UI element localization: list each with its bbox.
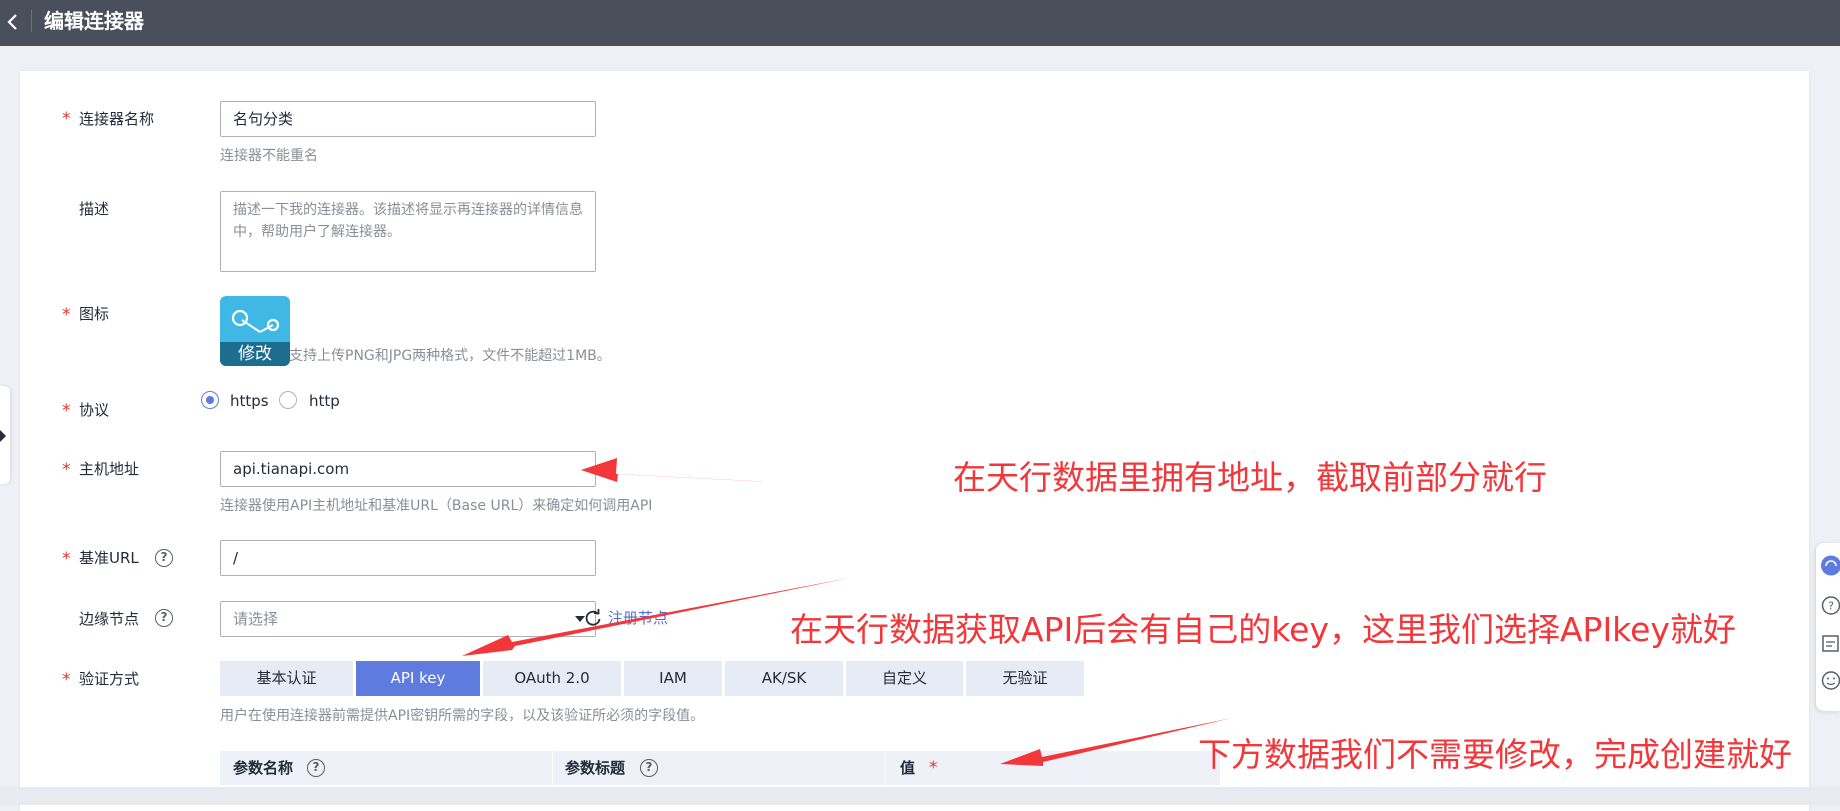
auth-hint: 用户在使用连接器前需提供API密钥所需的字段，以及该验证所必须的字段值。 [220, 708, 705, 724]
col-param-title: 参数标题 [565, 759, 626, 777]
tab-custom[interactable]: 自定义 [846, 661, 963, 696]
tab-basic-auth[interactable]: 基本认证 [220, 661, 353, 696]
customer-service-icon[interactable] [1819, 555, 1840, 576]
required-mark: * [62, 670, 71, 690]
annotation-table: 下方数据我们不需要修改，完成创建就好 [1198, 735, 1792, 774]
required-mark: * [62, 549, 71, 569]
tab-ak-sk[interactable]: AK/SK [725, 661, 843, 696]
radio-http-label[interactable]: http [309, 391, 340, 411]
connector-icon-upload[interactable]: 修改 [220, 296, 290, 366]
protocol-label: 协议 [79, 401, 110, 419]
tab-oauth2[interactable]: OAuth 2.0 [483, 661, 621, 696]
annotation-api-key: 在天行数据获取API后会有自己的key，这里我们选择APIkey就好 [790, 610, 1736, 649]
param-name-help-icon[interactable]: ? [307, 759, 325, 777]
col-param-name: 参数名称 [233, 759, 294, 777]
base-url-label: 基准URL [79, 549, 139, 567]
refresh-icon[interactable] [584, 609, 602, 627]
host-hint: 连接器使用API主机地址和基准URL（Base URL）来确定如何调用API [220, 498, 653, 514]
back-arrow-icon[interactable] [2, 9, 24, 35]
tab-api-key[interactable]: API key [356, 661, 480, 696]
feedback-icon[interactable] [1819, 633, 1840, 654]
name-label: 连接器名称 [79, 110, 155, 128]
description-textarea[interactable]: 描述一下我的连接器。该描述将显示再连接器的详情信息中，帮助用户了解连接器。 [220, 191, 596, 272]
form-card: * 连接器名称 名句分类 连接器不能重名 描述 描述一下我的连接器。该描述将显示… [20, 71, 1809, 811]
svg-text:?: ? [1828, 600, 1834, 613]
radio-https-label[interactable]: https [230, 391, 269, 411]
edge-node-placeholder: 请选择 [233, 610, 279, 628]
tab-no-auth[interactable]: 无验证 [966, 661, 1084, 696]
edge-node-select[interactable]: 请选择 [220, 601, 596, 637]
bottom-strip [0, 787, 1840, 805]
radio-https[interactable] [201, 391, 219, 409]
column-divider [885, 751, 886, 785]
auth-tabs: 基本认证 API key OAuth 2.0 IAM AK/SK 自定义 无验证 [220, 661, 1087, 696]
help-icon[interactable]: ? [1819, 595, 1840, 616]
required-mark: * [62, 460, 71, 480]
name-hint: 连接器不能重名 [220, 148, 318, 164]
topbar-divider [31, 10, 32, 32]
base-url-input[interactable]: / [220, 540, 596, 576]
smiley-icon[interactable] [1819, 670, 1840, 691]
host-input[interactable]: api.tianapi.com [220, 451, 596, 487]
required-mark: * [62, 305, 71, 325]
connector-name-input[interactable]: 名句分类 [220, 101, 596, 137]
host-label: 主机地址 [79, 460, 140, 478]
floating-toolbar: ? [1816, 543, 1840, 711]
required-mark: * [62, 401, 71, 421]
register-node-link[interactable]: 注册节点 [608, 608, 668, 628]
col-value: 值 [900, 759, 916, 777]
base-url-help-icon[interactable]: ? [155, 549, 173, 567]
auth-label: 验证方式 [79, 670, 140, 688]
description-label: 描述 [79, 200, 110, 218]
tab-iam[interactable]: IAM [624, 661, 722, 696]
edit-icon-label[interactable]: 修改 [220, 342, 290, 366]
top-bar: 编辑连接器 [0, 0, 1840, 46]
expand-arrow-icon[interactable] [0, 430, 6, 442]
edge-node-help-icon[interactable]: ? [155, 609, 173, 627]
page-title: 编辑连接器 [44, 9, 144, 33]
radio-http[interactable] [279, 391, 297, 409]
column-divider [552, 751, 553, 785]
required-mark: * [929, 758, 938, 778]
connector-graph-icon [231, 309, 280, 333]
edge-node-label: 边缘节点 [79, 610, 140, 628]
icon-label: 图标 [79, 305, 110, 323]
param-title-help-icon[interactable]: ? [640, 759, 658, 777]
required-mark: * [62, 109, 71, 129]
icon-hint: 支持上传PNG和JPG两种格式，文件不能超过1MB。 [289, 348, 611, 364]
param-table-header: 参数名称 ? 参数标题 ? 值 * [220, 751, 1220, 785]
annotation-host: 在天行数据里拥有地址，截取前部分就行 [953, 458, 1547, 497]
